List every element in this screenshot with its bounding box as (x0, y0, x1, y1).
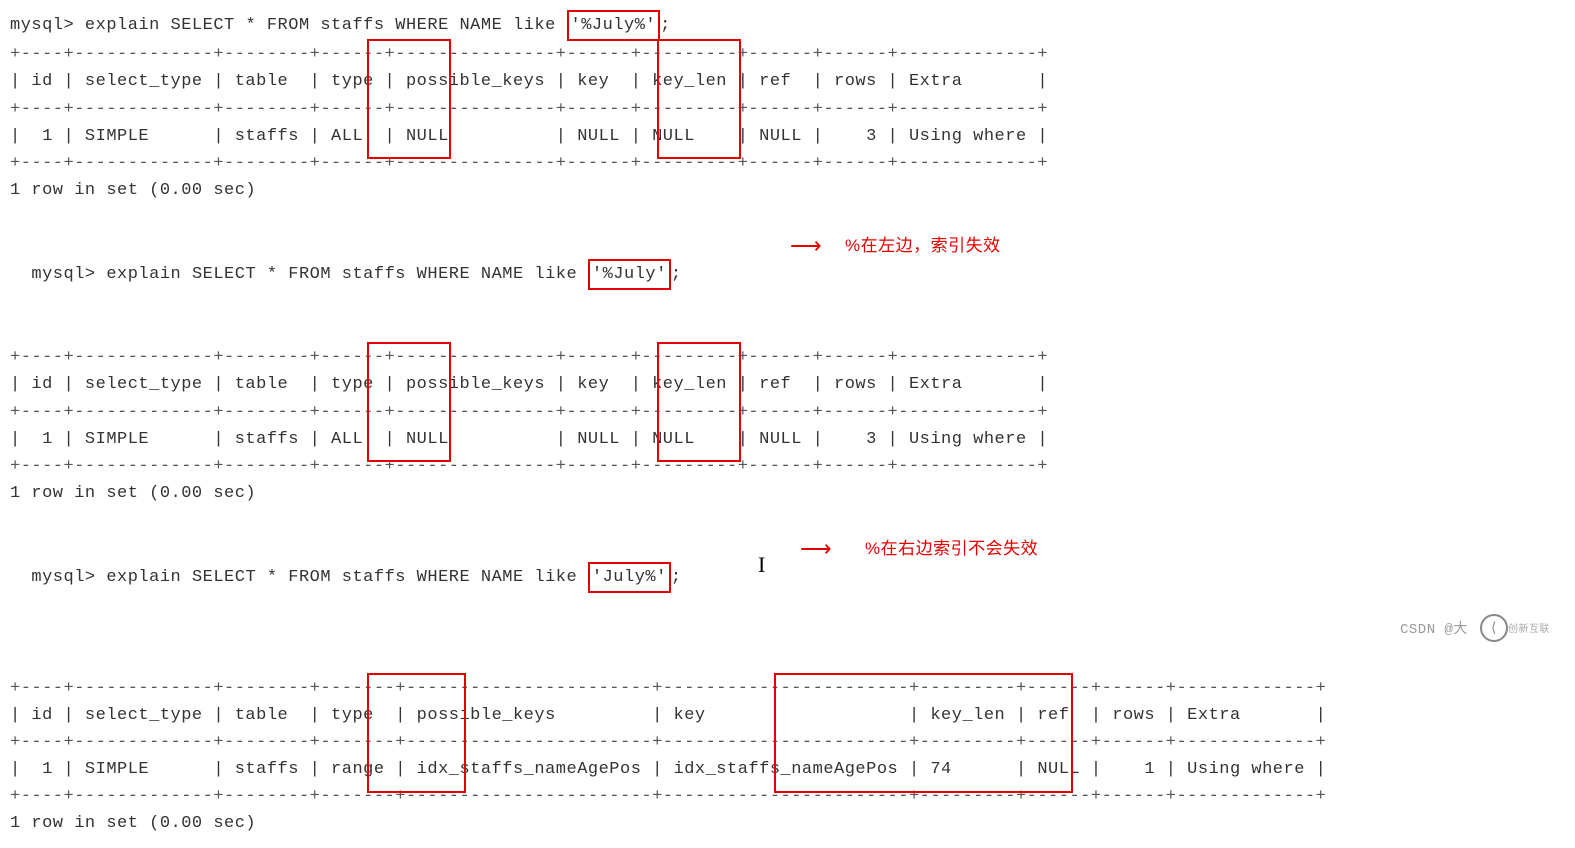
blank (10, 204, 1565, 231)
cxhl-logo-icon: ⟨ (1480, 614, 1508, 642)
mysql-prompt-line[interactable]: mysql> explain SELECT * FROM staffs WHER… (10, 10, 1565, 41)
explain-table-1: +----+-------------+--------+------+----… (10, 41, 1565, 177)
prompt: mysql> (31, 265, 95, 284)
table-header-row: | id | select_type | table | type | poss… (10, 371, 1565, 398)
explain-table-2: +----+-------------+--------+------+----… (10, 344, 1565, 480)
status-line: 1 row in set (0.00 sec) (10, 177, 1565, 204)
table-border: +----+-------------+--------+------+----… (10, 41, 1565, 68)
sql-prefix: explain SELECT * FROM staffs WHERE NAME … (96, 265, 588, 284)
table-border: +----+-------------+--------+-------+---… (10, 783, 1565, 810)
sql-suffix: ; (671, 568, 682, 587)
status-line: 1 row in set (0.00 sec) (10, 810, 1565, 837)
arrow-icon: ⟶ (790, 230, 822, 265)
annotation-text: %在左边，索引失效 (845, 232, 1001, 259)
table-header-row: | id | select_type | table | type | poss… (10, 68, 1565, 95)
mysql-prompt-line[interactable]: mysql> explain SELECT * FROM staffs WHER… (10, 535, 1565, 675)
table-border: +----+-------------+--------+------+----… (10, 344, 1565, 371)
sql-prefix: explain SELECT * FROM staffs WHERE NAME … (74, 16, 566, 35)
prompt: mysql> (10, 16, 74, 35)
table-data-row: | 1 | SIMPLE | staffs | ALL | NULL | NUL… (10, 426, 1565, 453)
sql-suffix: ; (671, 265, 682, 284)
annotation-text: %在右边索引不会失效 (865, 535, 1038, 562)
table-data-row: | 1 | SIMPLE | staffs | ALL | NULL | NUL… (10, 123, 1565, 150)
table-border: +----+-------------+--------+-------+---… (10, 675, 1565, 702)
table-border: +----+-------------+--------+------+----… (10, 453, 1565, 480)
explain-table-3: +----+-------------+--------+-------+---… (10, 675, 1565, 811)
table-header-row: | id | select_type | table | type | poss… (10, 702, 1565, 729)
table-border: +----+-------------+--------+------+----… (10, 399, 1565, 426)
sql-prefix: explain SELECT * FROM staffs WHERE NAME … (96, 568, 588, 587)
text-cursor-icon: I (758, 547, 766, 582)
like-value-box: '%July' (588, 259, 671, 290)
like-value-box: '%July%' (567, 10, 661, 41)
status-line: 1 row in set (0.00 sec) (10, 480, 1565, 507)
arrow-icon: ⟶ (800, 533, 832, 568)
table-border: +----+-------------+--------+-------+---… (10, 729, 1565, 756)
prompt: mysql> (31, 568, 95, 587)
table-border: +----+-------------+--------+------+----… (10, 96, 1565, 123)
sql-suffix: ; (660, 16, 671, 35)
table-data-row: | 1 | SIMPLE | staffs | range | idx_staf… (10, 756, 1565, 783)
watermark-cxhl: 创新互联 (1508, 620, 1550, 635)
mysql-prompt-line[interactable]: mysql> explain SELECT * FROM staffs WHER… (10, 232, 1565, 345)
like-value-box: 'July%' (588, 562, 671, 593)
blank (10, 507, 1565, 534)
table-border: +----+-------------+--------+------+----… (10, 150, 1565, 177)
watermark-csdn: CSDN @大 (1400, 618, 1468, 638)
